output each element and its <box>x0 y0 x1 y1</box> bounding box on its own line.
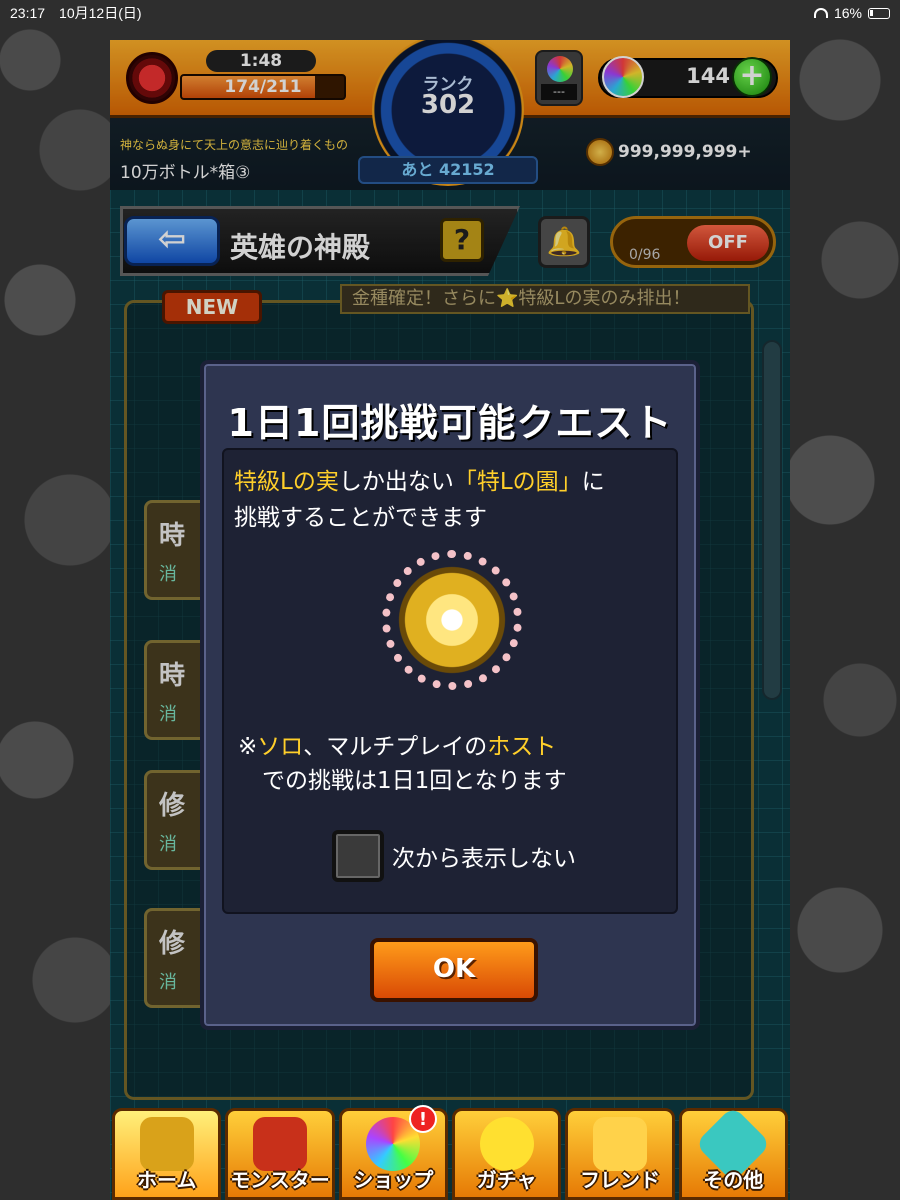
tab-monster[interactable]: モンスター <box>225 1108 335 1200</box>
tab-label: その他 <box>703 1168 764 1192</box>
desc-highlight-fruit: 特級Lの実 <box>234 469 339 495</box>
desc-highlight-garden: 「特Lの園」 <box>453 469 582 495</box>
desc-line2: 挑戦することができます <box>234 505 487 531</box>
dont-show-row[interactable]: 次から表示しない <box>332 830 576 882</box>
alert-badge: ! <box>408 1105 437 1133</box>
status-bar: 23:17 10月12日(日) 16% <box>0 0 900 26</box>
note-line2: での挑戦は1日1回となります <box>262 768 567 794</box>
tab-label: ホーム <box>136 1168 197 1192</box>
home-gate-icon <box>139 1117 194 1171</box>
status-date: 10月12日(日) <box>59 5 142 21</box>
battery-icon <box>868 7 890 19</box>
status-right: 16% <box>813 5 890 21</box>
dont-show-checkbox[interactable] <box>332 830 384 882</box>
tab-other[interactable]: その他 <box>678 1105 788 1200</box>
tab-friend[interactable]: フレンド <box>565 1108 675 1200</box>
ok-button[interactable]: OK <box>370 938 538 1002</box>
bottom-tab-bar: ホーム モンスター ! ショップ ガチャ フレンド その他 <box>110 1105 790 1200</box>
tab-label: モンスター <box>230 1168 330 1192</box>
note-highlight-solo: ソロ <box>257 734 304 760</box>
modal-note: ※ソロ、マルチプレイのホスト での挑戦は1日1回となります <box>238 730 567 798</box>
monster-dragon-icon <box>252 1117 307 1171</box>
note-highlight-host: ホスト <box>487 734 557 760</box>
desc-text-suffix: に <box>581 469 605 495</box>
gacha-egg-icon <box>479 1117 534 1171</box>
modal-title: 1日1回挑戦可能クエスト <box>227 401 673 445</box>
tab-label: ガチャ <box>476 1168 537 1192</box>
battery-percent: 16% <box>833 5 862 21</box>
tab-shop[interactable]: ! ショップ <box>338 1105 448 1200</box>
modal-content: 特級Lの実しか出ない「特Lの園」に 挑戦することができます ※ソロ、マルチプレイ… <box>222 448 678 914</box>
friends-icon <box>592 1117 647 1171</box>
tab-label: フレンド <box>579 1168 660 1192</box>
quest-modal: 1日1回挑戦可能クエスト 特級Lの実しか出ない「特Lの園」に 挑戦することができ… <box>200 360 700 1030</box>
status-time: 23:17 <box>10 5 46 21</box>
note-text: 、マルチプレイの <box>303 734 488 760</box>
desc-text: しか出ない <box>338 469 454 495</box>
note-prefix: ※ <box>238 734 258 760</box>
modal-description: 特級Lの実しか出ない「特Lの園」に 挑戦することができます <box>234 464 605 536</box>
dont-show-label: 次から表示しない <box>392 846 576 872</box>
special-fruit-icon <box>392 560 512 680</box>
tab-home[interactable]: ホーム <box>112 1108 222 1200</box>
tab-label: ショップ <box>353 1168 434 1192</box>
wifi-icon <box>813 8 828 18</box>
tab-gacha[interactable]: ガチャ <box>451 1108 562 1200</box>
